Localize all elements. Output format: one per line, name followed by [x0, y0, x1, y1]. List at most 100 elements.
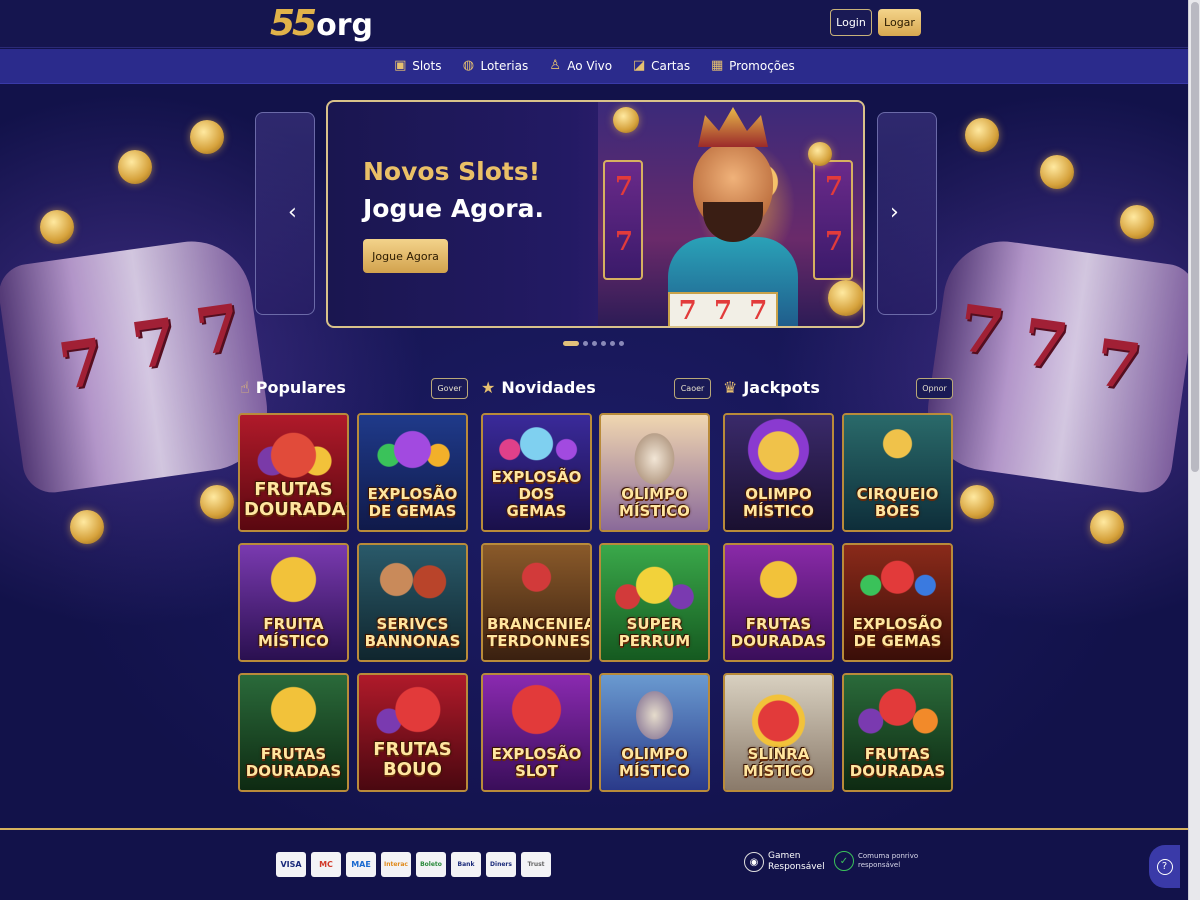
game-tile[interactable]: EXPLOSÃO DE GEMAS: [842, 543, 953, 662]
coin-icon: [828, 280, 863, 316]
game-title: SUPER PERRUM: [618, 615, 691, 650]
decor-slot-machine-right: 7 7 7: [920, 233, 1200, 497]
game-title: OLIMPO MÍSTICO: [743, 485, 814, 520]
nav-label: Loterias: [480, 59, 529, 73]
decor-coin: [1090, 510, 1124, 544]
slot-machine-icon: ▣: [394, 58, 407, 73]
carousel-prev-slide-preview: [255, 112, 315, 315]
dealer-icon: ♙: [549, 58, 562, 73]
hero-banner[interactable]: Novos Slots! Jogue Agora. Jogue Agora 7 …: [326, 100, 865, 328]
game-tile[interactable]: FRUTAS DOURADAS: [238, 673, 349, 792]
nav-item-loterias[interactable]: ◍ Loterias: [461, 58, 529, 74]
section-novidades-heading: ★ Novidades: [481, 378, 596, 397]
carousel-dot[interactable]: [583, 341, 588, 346]
game-title: EXPLOSÃO DE GEMAS: [367, 485, 458, 520]
mastercard-icon: MC: [311, 852, 341, 877]
trophy-icon: ♛: [723, 378, 738, 397]
trust-icon: Trust: [521, 852, 551, 877]
crown-icon: [698, 107, 768, 147]
carousel-next-slide-preview: [877, 112, 937, 315]
nav-label: Promoções: [729, 59, 795, 73]
login-button[interactable]: Login: [830, 9, 872, 36]
nav-item-ao-vivo[interactable]: ♙ Ao Vivo: [548, 58, 613, 74]
hero-king-beard: [703, 202, 763, 242]
top-header: 55 org Login Logar: [0, 0, 1188, 48]
carousel-dot[interactable]: [592, 341, 597, 346]
game-title: FRUTAS DOURADAS: [730, 615, 827, 650]
game-title: EXPLOSÃO SLOT: [491, 745, 582, 780]
logo-number: 55: [270, 3, 317, 44]
game-title: CIRQUEIO BOES: [856, 485, 939, 520]
carousel-dot[interactable]: [610, 341, 615, 346]
decor-coin: [40, 210, 74, 244]
globe-icon: ◍: [462, 58, 475, 73]
site-logo[interactable]: 55 org: [270, 3, 373, 44]
nav-item-slots[interactable]: ▣ Slots: [393, 58, 441, 74]
question-icon: ?: [1156, 858, 1173, 875]
game-tile[interactable]: FRUTAS DOURADAS: [723, 543, 834, 662]
bank-icon: Bank: [451, 852, 481, 877]
responsible-gaming-badge[interactable]: ◉ Gamen Responsável: [744, 851, 825, 873]
section-title: Novidades: [501, 378, 596, 397]
game-tile[interactable]: OLIMPO MÍSTICO: [723, 413, 834, 532]
carousel-dots: [563, 341, 624, 346]
payment-methods: VISA MC MAE Interac Boleto Bank Diners T…: [276, 852, 551, 877]
game-tile[interactable]: SUPER PERRUM: [599, 543, 710, 662]
nav-item-promocoes[interactable]: ▦ Promoções: [710, 58, 795, 74]
carousel-next-arrow-icon[interactable]: ›: [890, 200, 899, 225]
carousel-prev-arrow-icon[interactable]: ‹: [288, 200, 297, 225]
boleto-icon: Boleto: [416, 852, 446, 877]
carousel-dot[interactable]: [619, 341, 624, 346]
game-tile[interactable]: EXPLOSÃO DE GEMAS: [357, 413, 468, 532]
register-button[interactable]: Logar: [878, 9, 921, 36]
game-tile[interactable]: FRUITA MÍSTICO: [238, 543, 349, 662]
game-tile[interactable]: OLIMPO MÍSTICO: [599, 673, 710, 792]
coin-icon: [808, 142, 832, 166]
game-tile[interactable]: FRUTAS BOUO: [357, 673, 468, 792]
game-tile[interactable]: SERIVCS BANNONAS: [357, 543, 468, 662]
star-icon: ★: [481, 378, 496, 397]
shield-check-icon: ✓: [834, 851, 854, 871]
decor-coin: [1040, 155, 1074, 189]
hero-reel-right: 7 7: [813, 160, 853, 280]
game-title: FRUTAS BOUO: [373, 739, 452, 780]
page-scrollbar[interactable]: [1188, 0, 1200, 900]
coin-icon: [613, 107, 639, 133]
nav-label: Ao Vivo: [567, 59, 613, 73]
hero-reel-left: 7 7: [603, 160, 643, 280]
game-tile[interactable]: OLIMPO MÍSTICO: [599, 413, 710, 532]
decor-coin: [200, 485, 234, 519]
game-title: EXPLOSÃO DE GEMAS: [852, 615, 943, 650]
populares-see-all-button[interactable]: Gover: [431, 378, 468, 399]
maestro-icon: MAE: [346, 852, 376, 877]
novidades-see-all-button[interactable]: Caoer: [674, 378, 711, 399]
game-tile[interactable]: BRANCENIEA TERDONNES: [481, 543, 592, 662]
game-title: BRANCENIEA TERDONNES: [487, 615, 592, 650]
responsible-line2: Responsável: [768, 862, 825, 872]
decor-slot-machine-left: 7 7 7: [0, 233, 275, 497]
game-tile[interactable]: FRUTAS DOURADAS: [238, 413, 349, 532]
carousel-dot[interactable]: [563, 341, 579, 346]
game-tile[interactable]: FRUTAS DOURADAS: [842, 673, 953, 792]
jackpots-see-all-button[interactable]: Opnor: [916, 378, 953, 399]
game-title: OLIMPO MÍSTICO: [619, 485, 690, 520]
verified-line1: Comuma ponrivo: [858, 852, 919, 860]
verified-line2: responsável: [858, 861, 901, 869]
carousel-dot[interactable]: [601, 341, 606, 346]
decor-coin: [118, 150, 152, 184]
verified-badge[interactable]: ✓ Comuma ponrivo responsável: [834, 851, 918, 871]
hero-play-button[interactable]: Jogue Agora: [363, 239, 448, 273]
decor-coin: [960, 485, 994, 519]
game-tile[interactable]: EXPLOSÃO DOS GEMAS: [481, 413, 592, 532]
game-title: OLIMPO MÍSTICO: [619, 745, 690, 780]
scrollbar-thumb[interactable]: [1191, 2, 1199, 472]
help-button[interactable]: ?: [1149, 845, 1180, 888]
game-tile[interactable]: CIRQUEIO BOES: [842, 413, 953, 532]
game-tile[interactable]: EXPLOSÃO SLOT: [481, 673, 592, 792]
hero-title-line2: Jogue Agora.: [363, 194, 544, 223]
nav-item-cartas[interactable]: ◪ Cartas: [632, 59, 690, 74]
section-populares-heading: ☝ Populares: [240, 378, 346, 397]
game-tile[interactable]: SLINRA MÍSTICO: [723, 673, 834, 792]
gift-icon: ▦: [710, 58, 724, 73]
game-title: SERIVCS BANNONAS: [364, 615, 461, 650]
